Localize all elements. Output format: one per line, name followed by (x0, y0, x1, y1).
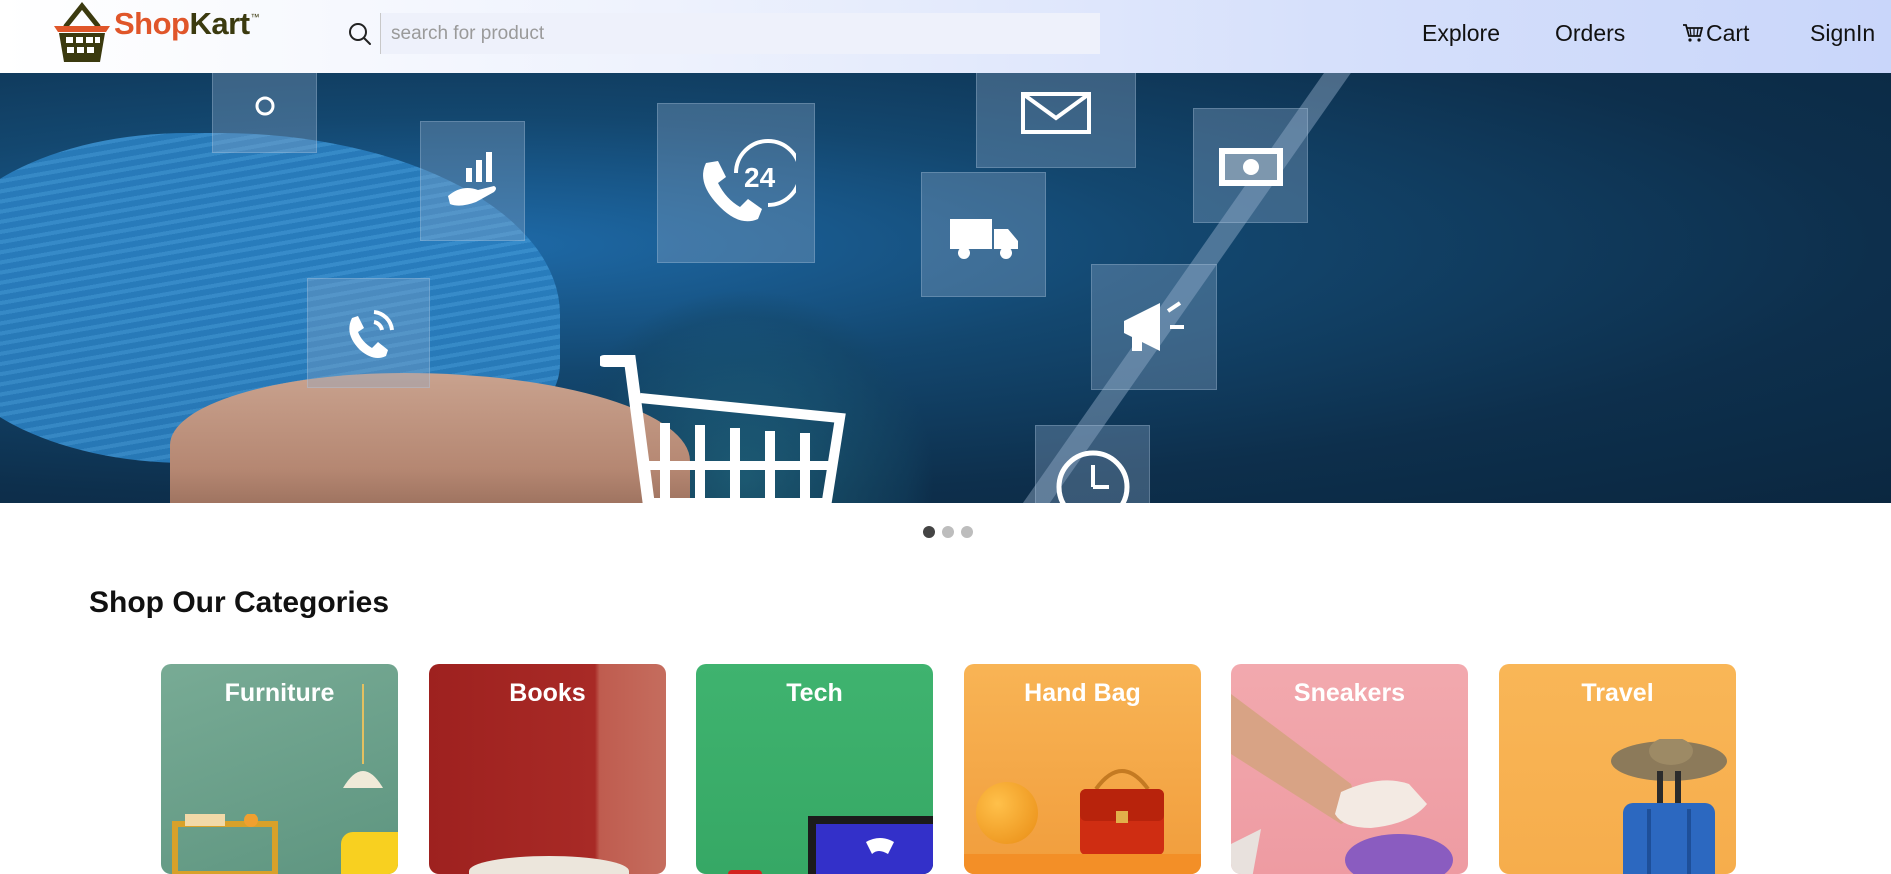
cushion-graphic (341, 832, 398, 874)
nav-cart-link[interactable]: Cart (1682, 20, 1749, 47)
category-label: Tech (786, 679, 843, 707)
clock-icon (1035, 425, 1150, 503)
support-24-icon: 24 (657, 103, 815, 263)
shelf-icon (172, 814, 278, 874)
money-icon (1193, 108, 1308, 223)
phone-call-icon (307, 278, 430, 388)
mail-icon (976, 73, 1136, 168)
megaphone-icon (1091, 264, 1217, 390)
cart-label: Cart (1706, 20, 1750, 46)
search-input[interactable] (380, 13, 1100, 54)
growth-hand-icon (420, 121, 525, 241)
categories-section-title: Shop Our Categories (89, 586, 390, 619)
shopkart-logo[interactable]: ShopKart™ (48, 2, 288, 64)
carousel-dot-2[interactable] (942, 526, 954, 538)
lamp-icon (343, 684, 383, 788)
category-card-furniture[interactable]: Furniture (161, 664, 398, 874)
pedestal-graphic (964, 854, 1201, 874)
cart-icon (1683, 24, 1704, 42)
category-card-tech[interactable]: Tech (696, 664, 933, 874)
delivery-truck-icon (921, 172, 1046, 297)
search-bar (344, 13, 1100, 54)
basket-logo-icon (54, 2, 110, 62)
orange-ball-graphic (976, 782, 1038, 844)
carousel-indicators (923, 526, 973, 538)
handbag-icon (1080, 769, 1164, 855)
brand-name: ShopKart™ (114, 6, 260, 41)
categories-row: Furniture Books Tech Hand Bag Sneakers T… (161, 664, 1741, 874)
hero-carousel[interactable]: 24 (0, 73, 1891, 503)
category-label: Hand Bag (1024, 679, 1141, 707)
badge-24-text: 24 (744, 162, 776, 193)
search-icon[interactable] (344, 18, 376, 50)
category-card-books[interactable]: Books (429, 664, 666, 874)
nav-signin-link[interactable]: SignIn (1810, 20, 1875, 47)
shopping-cart-icon (600, 355, 846, 503)
category-label: Books (509, 679, 586, 707)
location-pin-icon (212, 73, 317, 153)
carousel-dot-1[interactable] (923, 526, 935, 538)
category-card-sneakers[interactable]: Sneakers (1231, 664, 1468, 874)
suitcase-icon (1611, 739, 1727, 874)
legs-sneaker-icon (1231, 694, 1453, 874)
nav-explore-link[interactable]: Explore (1422, 20, 1500, 47)
carousel-dot-3[interactable] (961, 526, 973, 538)
category-card-travel[interactable]: Travel (1499, 664, 1736, 874)
category-card-hand-bag[interactable]: Hand Bag (964, 664, 1201, 874)
laptop-icon (728, 816, 933, 874)
navbar: ShopKart™ Explore Orders Cart SignIn (0, 0, 1891, 73)
nav-orders-link[interactable]: Orders (1555, 20, 1625, 47)
category-label: Travel (1581, 679, 1654, 707)
